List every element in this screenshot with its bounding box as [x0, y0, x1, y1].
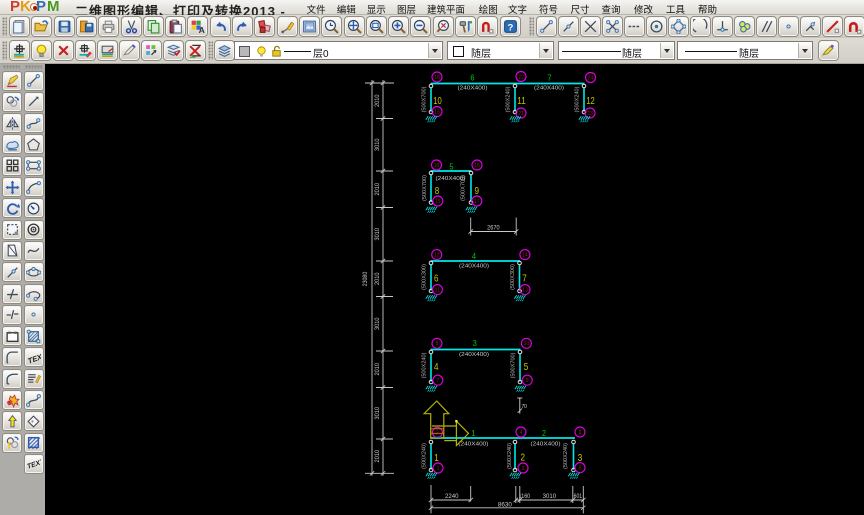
svg-text:A: A: [199, 25, 205, 34]
svg-text:8: 8: [436, 341, 439, 347]
svg-text:(500X700): (500X700): [461, 175, 467, 201]
svg-text:1160: 1160: [519, 494, 531, 500]
svg-text:(240X400): (240X400): [459, 263, 489, 269]
svg-text:2: 2: [521, 453, 526, 464]
svg-text:9: 9: [475, 186, 480, 197]
svg-text:6: 6: [470, 72, 474, 82]
svg-text:9: 9: [526, 378, 529, 384]
svg-text:2670: 2670: [487, 226, 500, 232]
svg-text:16: 16: [434, 163, 440, 169]
svg-text:16: 16: [434, 75, 440, 81]
svg-text:6: 6: [434, 274, 439, 285]
svg-text:(500X240): (500X240): [421, 443, 427, 469]
svg-text:2010: 2010: [375, 362, 381, 375]
svg-text:?: ?: [507, 22, 513, 33]
svg-text:3: 3: [578, 453, 583, 464]
svg-text:(500X240): (500X240): [575, 86, 581, 112]
svg-text:1: 1: [437, 466, 440, 472]
svg-text:3010: 3010: [375, 227, 381, 240]
svg-text:3010: 3010: [375, 138, 381, 151]
svg-text:2010: 2010: [375, 449, 381, 462]
svg-text:24: 24: [588, 75, 594, 81]
svg-text:17: 17: [474, 199, 480, 205]
svg-text:23: 23: [587, 111, 593, 117]
svg-text:(240X400): (240X400): [459, 352, 489, 358]
svg-text:(240X400): (240X400): [458, 442, 488, 448]
svg-text:4: 4: [520, 430, 523, 436]
svg-text:1: 1: [471, 428, 475, 438]
svg-text:(500X240): (500X240): [563, 443, 569, 469]
svg-text:3010: 3010: [375, 317, 381, 330]
svg-text:TEXT: TEXT: [27, 350, 41, 365]
svg-text:(240X400): (240X400): [531, 442, 561, 448]
svg-text:12: 12: [434, 253, 440, 259]
svg-text:23080: 23080: [362, 271, 369, 286]
svg-text:(500X240): (500X240): [507, 443, 513, 469]
svg-text:2010: 2010: [375, 94, 381, 107]
svg-text:4: 4: [434, 362, 439, 373]
svg-text:3: 3: [522, 466, 525, 472]
svg-text:1: 1: [434, 453, 439, 464]
svg-text:TEXT: TEXT: [26, 459, 41, 471]
svg-text:(500X240): (500X240): [422, 352, 428, 378]
svg-text:2240: 2240: [445, 494, 459, 500]
svg-text:21: 21: [518, 111, 524, 117]
svg-text:(240X400): (240X400): [534, 86, 564, 92]
svg-text:22: 22: [518, 74, 524, 80]
svg-text:15: 15: [435, 199, 441, 205]
svg-text:15: 15: [434, 109, 440, 115]
svg-text:11: 11: [435, 288, 440, 294]
svg-text:12: 12: [586, 96, 595, 107]
svg-text:14: 14: [522, 253, 528, 259]
svg-text:(500X300): (500X300): [422, 264, 428, 290]
svg-text:4: 4: [472, 251, 476, 261]
svg-text:5: 5: [524, 362, 529, 373]
svg-text:(500X240): (500X240): [506, 86, 512, 112]
svg-text:(500X300): (500X300): [510, 264, 516, 290]
svg-text:11: 11: [517, 96, 526, 107]
svg-text:8630: 8630: [498, 503, 513, 509]
svg-text:70: 70: [521, 404, 527, 410]
svg-text:10: 10: [524, 341, 530, 347]
svg-text:5: 5: [449, 162, 453, 172]
svg-text:3010: 3010: [375, 406, 381, 419]
svg-text:7: 7: [547, 73, 551, 83]
svg-text:(240X400): (240X400): [458, 86, 488, 92]
svg-text:2010: 2010: [375, 272, 381, 285]
svg-text:(500X700): (500X700): [421, 86, 427, 112]
svg-text:18: 18: [474, 163, 480, 169]
svg-text:5: 5: [579, 466, 582, 472]
svg-text:(500X700): (500X700): [422, 175, 428, 201]
svg-text:2: 2: [542, 428, 546, 438]
svg-text:(500X700): (500X700): [510, 352, 516, 378]
svg-text:3: 3: [473, 338, 477, 348]
svg-text:601: 601: [574, 494, 583, 500]
svg-text:7: 7: [436, 378, 439, 384]
svg-text:6: 6: [579, 430, 582, 436]
svg-text:8: 8: [435, 186, 440, 197]
svg-text:2010: 2010: [375, 182, 381, 195]
svg-text:7: 7: [522, 274, 527, 285]
svg-text:10: 10: [433, 96, 442, 107]
svg-text:3010: 3010: [543, 494, 557, 500]
svg-text:13: 13: [522, 288, 528, 294]
